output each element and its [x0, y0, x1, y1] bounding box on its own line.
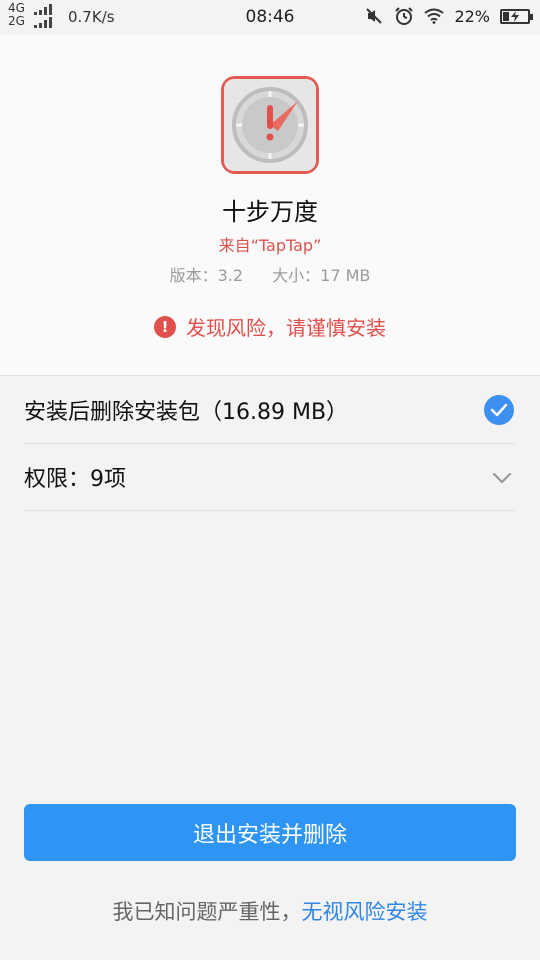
permissions-option[interactable]: 权限：9项 — [24, 444, 516, 511]
ignore-risk-install-link[interactable]: 无视风险安装 — [302, 900, 428, 924]
checkmark-icon[interactable] — [484, 395, 514, 425]
app-info-header: 十步万度 来自“TapTap” 版本：3.2 大小：17 MB ! 发现风险，请… — [0, 34, 540, 376]
permissions-label: 权限：9项 — [24, 467, 126, 492]
install-options: 安装后删除安装包（16.89 MB） 权限：9项 — [24, 377, 516, 511]
delete-package-option[interactable]: 安装后删除安装包（16.89 MB） — [24, 377, 516, 444]
wifi-icon — [424, 6, 445, 26]
chevron-down-icon[interactable] — [492, 465, 512, 490]
risk-warning: ! 发现风险，请谨慎安装 — [0, 312, 540, 341]
app-meta: 版本：3.2 大小：17 MB — [0, 262, 540, 286]
mute-icon — [364, 6, 384, 26]
status-bar: 4G 2G 0.7K/s 08:46 22% — [0, 0, 540, 34]
alarm-icon — [394, 6, 414, 26]
warning-icon: ! — [154, 315, 176, 338]
battery-percent: 22% — [454, 6, 490, 26]
ignore-risk-line: 我已知问题严重性，无视风险安装 — [0, 896, 540, 926]
delete-package-label: 安装后删除安装包（16.89 MB） — [24, 400, 349, 425]
app-name: 十步万度 — [222, 198, 318, 226]
app-version: 版本：3.2 — [169, 266, 244, 285]
compass-warning-icon — [221, 76, 319, 174]
battery-charging-icon — [500, 8, 533, 24]
app-source: 来自“TapTap” — [218, 236, 322, 255]
risk-text: 发现风险，请谨慎安装 — [186, 316, 386, 340]
app-size: 大小：17 MB — [272, 266, 371, 285]
exit-and-delete-button[interactable]: 退出安装并删除 — [24, 804, 516, 861]
ignore-risk-prefix: 我已知问题严重性， — [112, 900, 302, 924]
